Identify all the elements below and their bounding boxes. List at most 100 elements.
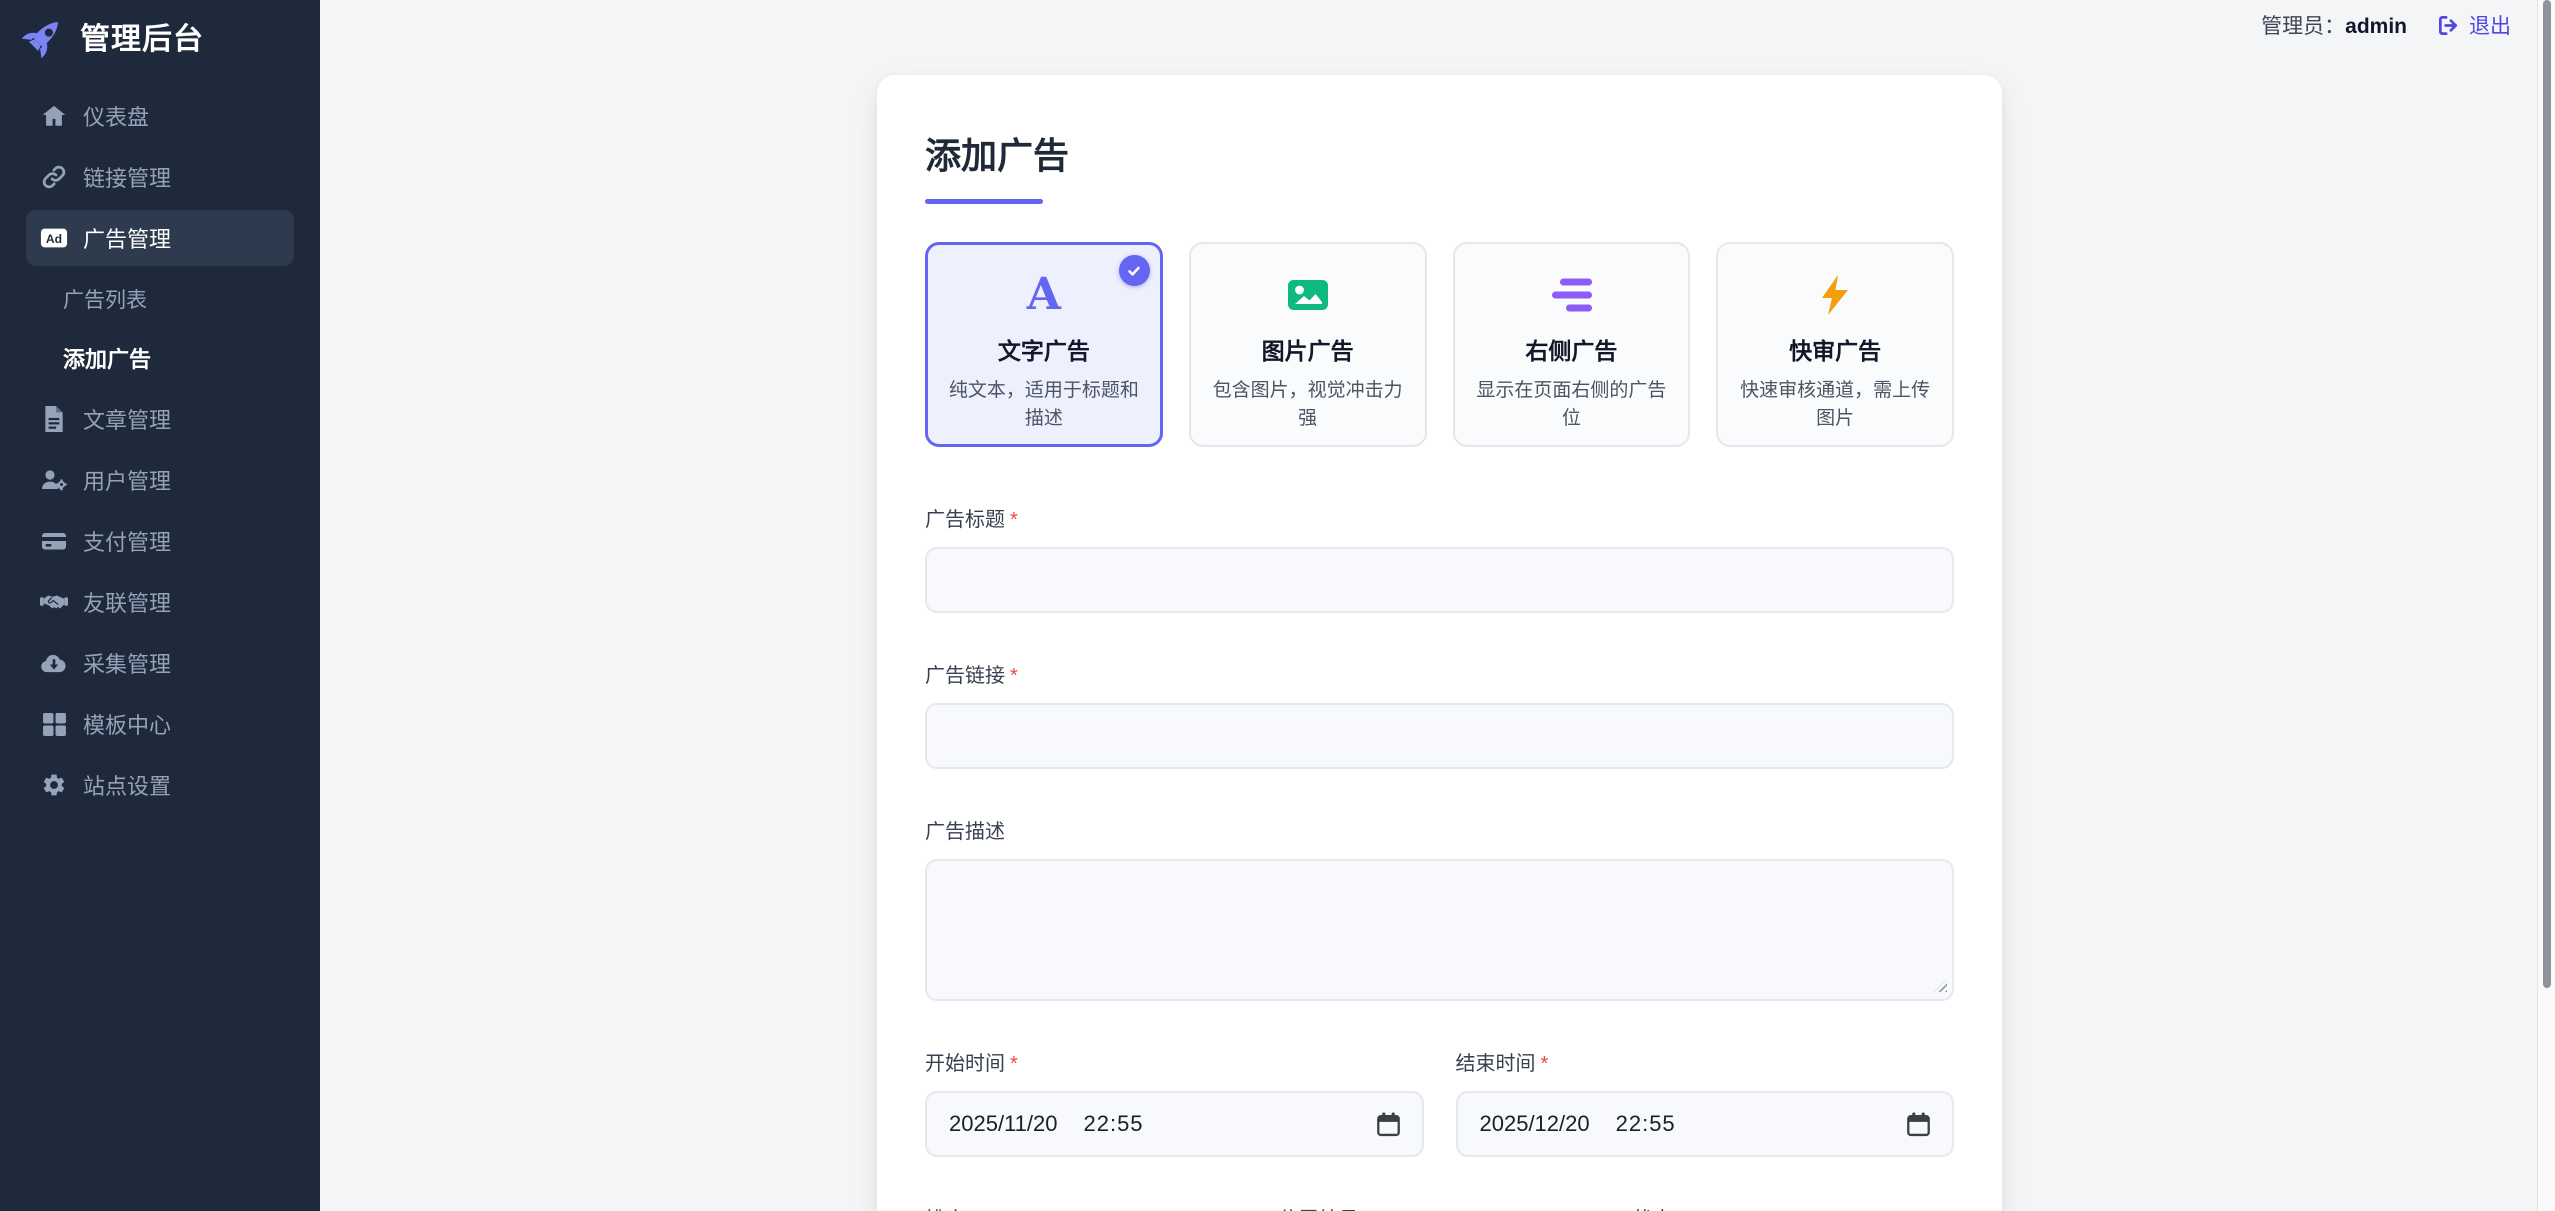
sidebar-item-users[interactable]: 用户管理 xyxy=(26,452,294,508)
sidebar: 管理后台 仪表盘 链接管理 xyxy=(0,0,320,1211)
field-label: 广告描述 xyxy=(925,815,1954,844)
field-label: 位置编号 xyxy=(1279,1203,1601,1211)
rectangle-ad-icon: Ad xyxy=(40,225,68,251)
time-value: 22:55 xyxy=(1083,1111,1143,1137)
sidebar-item-label: 友联管理 xyxy=(83,586,171,618)
ad-type-fast-review[interactable]: 快审广告 快速审核通道，需上传图片 xyxy=(1716,242,1954,447)
handshake-icon xyxy=(40,589,68,615)
sidebar-subitem-ad-list[interactable]: 广告列表 xyxy=(26,271,294,327)
ad-type-desc: 显示在页面右侧的广告位 xyxy=(1471,377,1673,432)
required-asterisk: * xyxy=(1010,1053,1018,1075)
logout-label: 退出 xyxy=(2469,10,2511,40)
field-label: 开始时间* xyxy=(925,1047,1424,1076)
font-A-icon: A xyxy=(1027,272,1061,318)
scrollbar-track[interactable] xyxy=(2537,0,2555,1211)
field-label: 广告标题* xyxy=(925,503,1954,532)
ad-type-desc: 包含图片，视觉冲击力强 xyxy=(1207,377,1409,432)
bottom-row: 排序 0 位置编号 0 xyxy=(925,1203,1954,1211)
date-value: 2025/12/20 xyxy=(1480,1111,1590,1137)
datetime-row: 开始时间* 2025/11/20 22:55 结束时间* xyxy=(925,1047,1954,1157)
cloud-download-icon xyxy=(40,650,68,676)
ad-type-text[interactable]: A 文字广告 纯文本，适用于标题和描述 xyxy=(925,242,1163,447)
required-asterisk: * xyxy=(1010,665,1018,687)
calendar-icon[interactable] xyxy=(1377,1112,1400,1137)
ad-link-input[interactable] xyxy=(925,703,1954,769)
sidebar-item-label: 广告管理 xyxy=(83,222,171,254)
file-lines-icon xyxy=(40,406,68,432)
start-time-input[interactable]: 2025/11/20 22:55 xyxy=(925,1091,1424,1157)
field-ad-title: 广告标题* xyxy=(925,503,1954,613)
sidebar-nav: 仪表盘 链接管理 Ad 广告管理 xyxy=(0,88,320,813)
ad-type-name: 文字广告 xyxy=(998,332,1090,366)
field-start-time: 开始时间* 2025/11/20 22:55 xyxy=(925,1047,1424,1157)
sidebar-item-label: 用户管理 xyxy=(83,464,171,496)
field-sort: 排序 0 xyxy=(925,1203,1247,1211)
required-asterisk: * xyxy=(1541,1053,1549,1075)
svg-text:Ad: Ad xyxy=(46,232,62,246)
ad-type-image[interactable]: 图片广告 包含图片，视觉冲击力强 xyxy=(1189,242,1427,447)
image-icon xyxy=(1287,272,1329,318)
field-label: 状态 xyxy=(1632,1203,1954,1211)
time-value: 22:55 xyxy=(1616,1111,1676,1137)
sidebar-item-friend-links[interactable]: 友联管理 xyxy=(26,574,294,630)
ad-type-desc: 纯文本，适用于标题和描述 xyxy=(943,377,1145,432)
admin-name: admin xyxy=(2345,15,2407,38)
admin-screen: 管理后台 仪表盘 链接管理 xyxy=(0,0,2555,1211)
topbar: 管理员：admin 退出 xyxy=(320,0,2537,50)
check-icon xyxy=(1119,255,1150,286)
admin-info: 管理员：admin xyxy=(2261,10,2407,40)
sidebar-item-label: 链接管理 xyxy=(83,161,171,193)
credit-card-icon xyxy=(40,528,68,554)
field-ad-link: 广告链接* xyxy=(925,659,1954,769)
scrollbar-thumb[interactable] xyxy=(2543,0,2551,988)
home-icon xyxy=(40,103,68,129)
sidebar-subitem-label: 添加广告 xyxy=(63,342,151,374)
sidebar-item-label: 采集管理 xyxy=(83,647,171,679)
calendar-icon[interactable] xyxy=(1907,1112,1930,1137)
sign-out-icon xyxy=(2437,14,2460,37)
field-position: 位置编号 0 xyxy=(1279,1203,1601,1211)
field-label: 广告链接* xyxy=(925,659,1954,688)
field-end-time: 结束时间* 2025/12/20 22:55 xyxy=(1456,1047,1955,1157)
end-time-input[interactable]: 2025/12/20 22:55 xyxy=(1456,1091,1955,1157)
sidebar-item-articles[interactable]: 文章管理 xyxy=(26,391,294,447)
brand: 管理后台 xyxy=(0,0,320,58)
page-title: 添加广告 xyxy=(925,127,1954,179)
ad-desc-textarea[interactable] xyxy=(925,859,1954,1001)
sidebar-subitem-label: 广告列表 xyxy=(63,284,147,314)
required-asterisk: * xyxy=(1010,509,1018,531)
ad-type-selector: A 文字广告 纯文本，适用于标题和描述 图片广告 包含图片，视觉冲击力强 xyxy=(925,242,1954,447)
sidebar-item-collection[interactable]: 采集管理 xyxy=(26,635,294,691)
sidebar-item-payments[interactable]: 支付管理 xyxy=(26,513,294,569)
field-status: 状态 启用 xyxy=(1632,1203,1954,1211)
ad-type-right-side[interactable]: 右侧广告 显示在页面右侧的广告位 xyxy=(1453,242,1691,447)
field-label: 结束时间* xyxy=(1456,1047,1955,1076)
sidebar-item-settings[interactable]: 站点设置 xyxy=(26,757,294,813)
ad-title-input[interactable] xyxy=(925,547,1954,613)
sidebar-subitem-add-ad[interactable]: 添加广告 xyxy=(26,330,294,386)
gear-icon xyxy=(40,772,68,798)
sidebar-item-label: 仪表盘 xyxy=(83,100,149,132)
users-gear-icon xyxy=(40,467,68,493)
field-label: 排序 xyxy=(925,1203,1247,1211)
ad-type-name: 右侧广告 xyxy=(1525,332,1617,366)
link-icon xyxy=(40,164,68,190)
rocket-logo-icon xyxy=(22,14,66,58)
logout-button[interactable]: 退出 xyxy=(2437,10,2511,40)
sidebar-item-ads[interactable]: Ad 广告管理 xyxy=(26,210,294,266)
sidebar-item-label: 站点设置 xyxy=(83,769,171,801)
sidebar-item-templates[interactable]: 模板中心 xyxy=(26,696,294,752)
sidebar-item-links[interactable]: 链接管理 xyxy=(26,149,294,205)
date-value: 2025/11/20 xyxy=(949,1111,1057,1137)
sidebar-item-label: 支付管理 xyxy=(83,525,171,557)
ad-type-name: 快审广告 xyxy=(1789,332,1881,366)
add-ad-card: 添加广告 A 文字广告 纯文本，适用于标题和描述 xyxy=(877,75,2002,1211)
title-underline xyxy=(925,199,1043,204)
ad-type-desc: 快速审核通道，需上传图片 xyxy=(1734,377,1936,432)
ad-type-name: 图片广告 xyxy=(1262,332,1354,366)
sidebar-item-dashboard[interactable]: 仪表盘 xyxy=(26,88,294,144)
bolt-icon xyxy=(1820,272,1850,318)
brand-title: 管理后台 xyxy=(80,14,204,58)
field-ad-desc: 广告描述 xyxy=(925,815,1954,1001)
grid-icon xyxy=(40,712,68,737)
